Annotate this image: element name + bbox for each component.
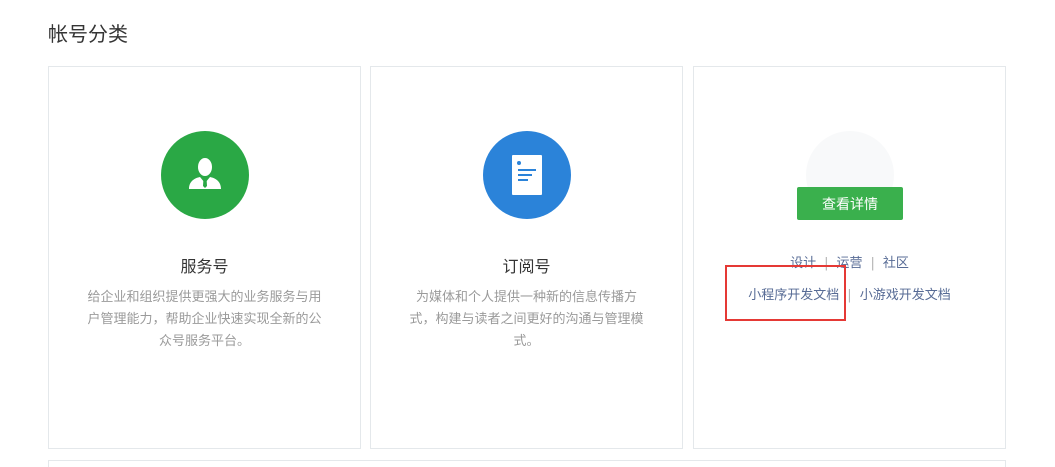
community-link[interactable]: 社区 [883, 256, 909, 271]
service-account-description: 给企业和组织提供更强大的业务服务与用户管理能力，帮助企业快速实现全新的公众号服务… [87, 290, 322, 349]
subscription-account-icon-circle [482, 131, 571, 219]
service-account-name: 服务号 [180, 257, 229, 276]
service-account-card[interactable]: 服务号 给企业和组织提供更强大的业务服务与用户管理能力，帮助企业快速实现全新的公… [48, 66, 361, 449]
section-title: 帐号分类 [48, 22, 128, 46]
subscription-account-card[interactable]: 订阅号 为媒体和个人提供一种新的信息传播方式，构建与读者之间更好的沟通与管理模式… [370, 66, 683, 449]
highlight-annotation-box [725, 265, 846, 321]
page: 帐号分类 服务号 给企业和组织提供更强大的业务服务与用户管理能力，帮助企业快速实… [0, 0, 1055, 467]
mini-program-card[interactable]: 查看详情 设计 | 运营 | 社区 小程序开发文档 | 小游戏开发文档 [693, 66, 1006, 449]
mini-game-docs-link[interactable]: 小游戏开发文档 [860, 288, 951, 303]
person-icon [188, 158, 221, 189]
separator: | [847, 288, 852, 303]
subscription-account-description: 为媒体和个人提供一种新的信息传播方式，构建与读者之间更好的沟通与管理模式。 [409, 290, 644, 349]
separator: | [870, 256, 875, 271]
next-section-edge [48, 460, 1006, 467]
subscription-account-name: 订阅号 [502, 257, 551, 276]
view-details-button[interactable]: 查看详情 [797, 187, 903, 220]
service-account-icon-circle [160, 131, 249, 219]
document-icon [511, 155, 542, 195]
